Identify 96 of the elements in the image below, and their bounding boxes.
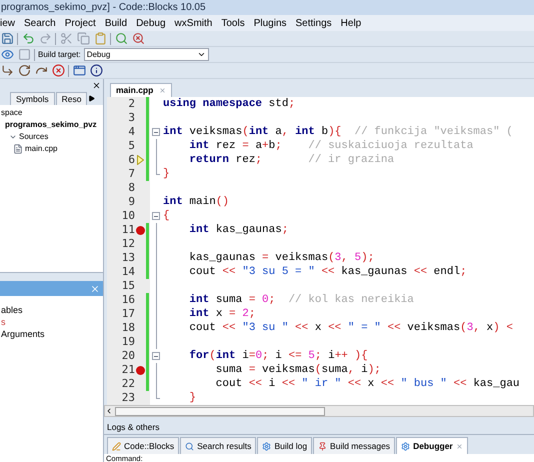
build-target-label: Build target: (38, 48, 81, 60)
menu-item[interactable]: Build (104, 16, 128, 30)
scroll-right-icon[interactable] (88, 95, 96, 102)
search-icon (185, 442, 194, 450)
search-icon[interactable] (114, 32, 128, 46)
step-icon[interactable] (0, 64, 14, 78)
menu-item[interactable]: wxSmith (174, 16, 212, 30)
line-number: 10 (122, 209, 135, 223)
editor-tab[interactable]: main.cpp (110, 83, 172, 97)
code-line: for(int i=0; i <= 5; i++ ){ (188, 349, 368, 363)
code-line: int main() (162, 195, 230, 209)
build-target-select[interactable]: Debug (84, 48, 209, 61)
gear-icon (401, 442, 410, 450)
line-number: 9 (128, 195, 135, 209)
line-number: 2 (128, 97, 135, 111)
line-number: 19 (122, 335, 135, 349)
code-line: { (162, 209, 170, 223)
line-number: 4 (128, 125, 135, 139)
code-line: int x = 2; (188, 307, 256, 321)
tree-item[interactable]: programos_sekimo_pvz (5, 119, 97, 131)
line-number: 13 (122, 251, 135, 265)
scroll-left-icon[interactable] (105, 407, 113, 415)
collapse-icon[interactable] (9, 133, 17, 141)
line-number: 11 (122, 223, 135, 237)
line-number: 5 (128, 139, 135, 153)
line-number: 6 (128, 153, 135, 167)
window-title: programos_sekimo_pvz] - Code::Blocks 10.05 (1, 2, 206, 12)
menu-item[interactable]: Plugins (254, 16, 287, 30)
line-number: 16 (122, 293, 135, 307)
tree-item[interactable]: space (1, 107, 22, 119)
menu-item[interactable]: Project (64, 16, 96, 30)
line-number: 18 (122, 321, 135, 335)
line-number: 17 (122, 307, 135, 321)
log-tab[interactable]: Search results (180, 437, 256, 454)
fold-toggle[interactable] (152, 212, 160, 220)
line-number: 22 (122, 377, 135, 391)
window-icon[interactable] (72, 64, 86, 78)
info-icon[interactable] (89, 64, 103, 78)
menu-item[interactable]: Settings (296, 16, 332, 30)
panel-title: Logs & others (104, 417, 534, 435)
line-number: 21 (122, 363, 135, 377)
code-line: using namespace std; (162, 97, 296, 111)
code-line: suma = veiksmas(suma, i); (214, 363, 381, 377)
scrollbar-thumb[interactable] (115, 406, 325, 416)
line-number: 14 (122, 265, 135, 279)
dropdown-icon (196, 50, 206, 59)
line-number: 3 (128, 111, 135, 125)
tree-item[interactable]: Sources (19, 131, 48, 143)
eye-icon[interactable] (0, 48, 14, 62)
code-line: } (188, 391, 196, 405)
panel-tab[interactable]: Symbols (10, 92, 55, 105)
line-number: 12 (122, 237, 135, 251)
tree-item[interactable]: main.cpp (25, 143, 58, 155)
line-number: 20 (122, 349, 135, 363)
code-line: cout << "3 su 5 = " << kas_gaunas << endl; (188, 265, 467, 279)
line-number: 15 (122, 279, 135, 293)
line-number: 23 (122, 391, 135, 405)
code-line: int suma = 0; // kol kas nereikia (188, 293, 414, 307)
code-line: int kas_gaunas; (188, 223, 288, 237)
close-icon[interactable] (92, 80, 101, 90)
line-number: 7 (128, 167, 135, 181)
code-line: return rez; // ir grazina (188, 153, 394, 167)
menu-item[interactable]: Debug (136, 16, 166, 30)
file-icon (13, 144, 23, 154)
code-line: int rez = a+b; // suskaiciuoja rezultata (188, 139, 474, 153)
line-number: 8 (128, 181, 135, 195)
code-line: kas_gaunas = veiksmas(3, 5); (188, 251, 374, 265)
horizontal-scrollbar[interactable] (104, 405, 534, 417)
watch-item[interactable]: Arguments (1, 328, 103, 340)
code-line: cout << "3 su " << x << " = " << veiksmas(3, x) < (188, 321, 513, 335)
code-line: int veiksmas(int a, int b){ // funkcija "veiksmas" ( (162, 125, 513, 139)
fold-toggle[interactable] (152, 128, 160, 136)
code-line: } (162, 167, 170, 181)
watch-item[interactable]: s (1, 316, 103, 328)
menu-item[interactable]: Help (340, 16, 362, 30)
replace-icon[interactable] (131, 32, 145, 46)
breakpoint-icon[interactable] (136, 366, 145, 374)
log-tab[interactable]: Build messages (313, 437, 396, 454)
save-icon[interactable] (0, 32, 14, 46)
pencil-icon (112, 442, 121, 450)
log-tab[interactable]: Build log (257, 437, 312, 454)
pin-icon (318, 442, 328, 450)
menu-item[interactable]: Tools (221, 16, 245, 30)
breakpoint-icon[interactable] (136, 226, 145, 234)
stop-icon[interactable] (51, 64, 65, 78)
log-tab[interactable]: Code::Blocks (107, 437, 180, 454)
step-into-icon[interactable] (17, 64, 31, 78)
log-tab[interactable]: Debugger (396, 437, 468, 454)
code-line: cout << i << " ir " << x << " bus " << kas_gau (214, 377, 520, 391)
menu-item[interactable]: Search (24, 16, 56, 30)
gear-icon (262, 442, 272, 450)
undo-icon[interactable] (21, 32, 35, 46)
watch-item[interactable]: ables (1, 304, 103, 316)
menu-item[interactable]: iew (0, 16, 16, 30)
fold-toggle[interactable] (152, 352, 160, 360)
panel-tab[interactable]: Reso (56, 92, 88, 105)
